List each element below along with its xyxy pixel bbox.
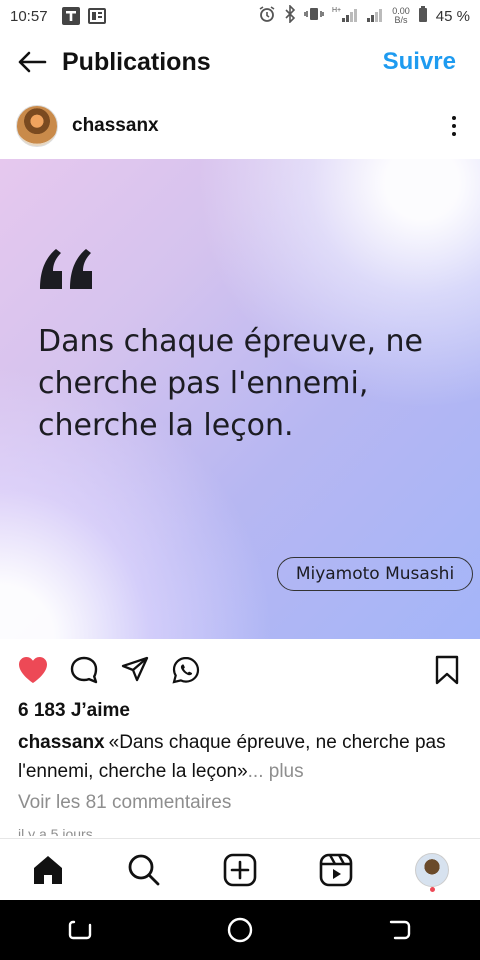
caption-username[interactable]: chassanx [18, 732, 105, 753]
status-bar: 10:57 H+ 0.00 B/s 45 % [0, 0, 480, 32]
page-title: Publications [62, 47, 211, 76]
signal-icon-2 [366, 5, 384, 27]
t-app-icon [61, 7, 80, 25]
reels-icon[interactable] [312, 846, 360, 894]
quote-line: cherche la leçon. [38, 408, 294, 443]
post-actions [0, 648, 480, 692]
vibrate-icon [304, 5, 325, 27]
system-back-icon[interactable] [380, 910, 420, 950]
author-avatar[interactable] [16, 105, 58, 147]
quote-mark-icon [40, 249, 92, 289]
like-heart-icon[interactable] [16, 653, 50, 687]
comment-icon[interactable] [67, 653, 101, 687]
quote-author-badge: Miyamoto Musashi [277, 557, 473, 591]
quote-text: Dans chaque épreuve, ne cherche pas l'en… [38, 321, 458, 447]
author-username[interactable]: chassanx [72, 115, 159, 137]
post-image[interactable]: Dans chaque épreuve, ne cherche pas l'en… [0, 159, 480, 639]
more-options-icon[interactable] [444, 111, 464, 141]
create-post-icon[interactable] [216, 846, 264, 894]
notification-dot [430, 886, 435, 892]
home-icon[interactable] [24, 846, 72, 894]
quote-line: cherche pas l'ennemi, [38, 366, 369, 401]
battery-percent: 45 % [435, 7, 470, 25]
network-speed-unit: B/s [394, 15, 408, 25]
whatsapp-icon[interactable] [169, 653, 203, 687]
battery-icon [418, 5, 428, 27]
recent-apps-icon[interactable] [60, 910, 100, 950]
likes-count[interactable]: 6 183 J’aime [18, 700, 130, 722]
system-navigation-bar [0, 900, 480, 960]
svg-text:H+: H+ [332, 7, 341, 14]
back-arrow-icon[interactable] [16, 46, 48, 78]
bottom-navigation [0, 838, 480, 900]
top-header: Publications Suivre [0, 36, 480, 88]
post-caption: chassanx «Dans chaque épreuve, ne cherche… [18, 728, 468, 786]
home-circle-icon[interactable] [220, 910, 260, 950]
post-author-row: chassanx [0, 100, 480, 152]
search-icon[interactable] [120, 846, 168, 894]
bookmark-icon[interactable] [430, 653, 464, 687]
follow-button[interactable]: Suivre [383, 48, 456, 76]
post-time-ago: il y a 5 jours [18, 826, 93, 836]
status-time: 10:57 [10, 7, 48, 25]
caption-more-link[interactable]: ... plus [248, 761, 304, 782]
profile-tab[interactable] [408, 846, 456, 894]
view-comments-link[interactable]: Voir les 81 commentaires [18, 792, 231, 814]
news-app-icon [87, 7, 106, 25]
network-speed: 0.00 B/s [392, 7, 410, 25]
quote-line: Dans chaque épreuve, ne [38, 324, 424, 359]
bluetooth-icon [284, 4, 296, 27]
share-send-icon[interactable] [118, 653, 152, 687]
profile-avatar [415, 852, 449, 887]
alarm-icon [258, 5, 276, 27]
signal-icon-1: H+ [332, 5, 358, 27]
